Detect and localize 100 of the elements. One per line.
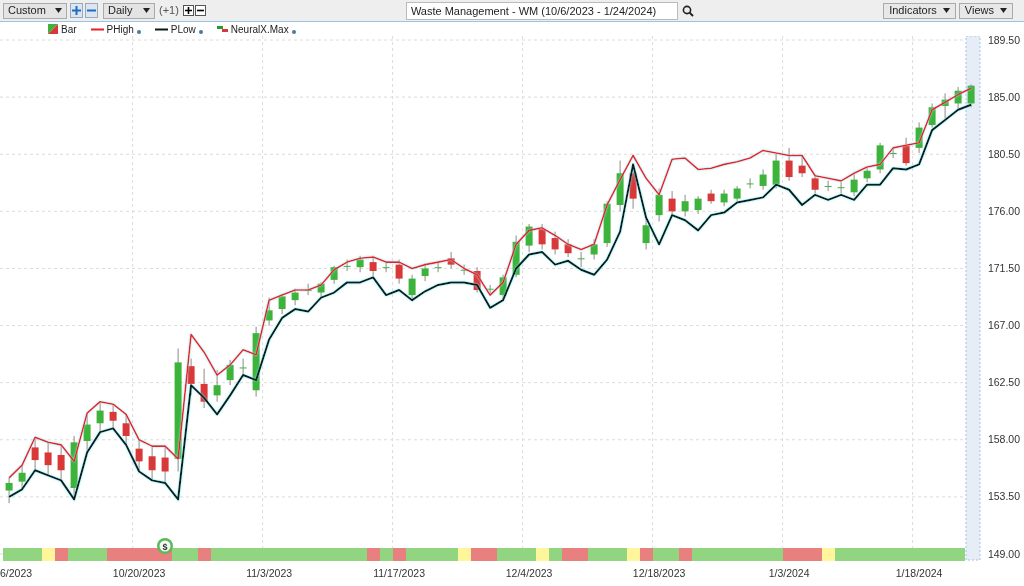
candlestick [824,180,832,192]
candlestick [83,412,91,453]
candlestick [785,147,793,182]
zoom-out-button[interactable] [85,3,98,18]
candlestick [57,444,65,481]
offset-label: (+1) [159,3,179,19]
legend-label: Bar [61,22,77,37]
candlestick [889,147,897,159]
candlestick [434,261,442,273]
caret-icon [143,8,150,13]
axis-label: 11/17/2023 [373,567,425,579]
minus-icon [196,7,204,14]
candlestick [109,403,117,429]
candlestick [564,238,572,258]
axis-label: 176.00 [987,204,1020,217]
candlestick [343,259,351,272]
axis-label: 10/20/2023 [112,567,166,579]
plus-icon [72,6,81,15]
legend-label: PLow [170,22,196,37]
candlestick [486,284,494,296]
settings-dot-icon[interactable] [136,29,141,34]
axis-label: 6/2023 [0,567,33,579]
axis-label: 185.00 [987,90,1020,103]
candlestick [837,181,845,195]
candlestick [226,359,234,386]
caret-icon [55,8,62,13]
candlestick [44,441,52,476]
settings-dot-icon[interactable] [198,29,203,34]
candlestick [525,223,533,253]
candlestick [330,265,338,285]
signal-badge[interactable]: $ [157,538,173,554]
candlestick [512,234,520,278]
menu-dropdown[interactable]: Views [958,2,1013,19]
candlestick [915,122,923,154]
candlestick [928,102,936,129]
candlestick [304,283,312,296]
candlestick [499,274,507,301]
axis-label: 171.50 [987,261,1020,274]
candlestick [616,160,624,212]
candlestick [5,477,13,504]
interval-dropdown[interactable]: Daily [103,2,155,19]
candlestick [863,167,871,183]
candlestick [668,190,676,217]
candlestick [694,195,702,215]
candlestick [850,174,858,197]
candlestick [161,445,169,484]
candlestick [759,168,767,191]
axis-label: 189.50 [987,36,1020,46]
candlestick [265,297,273,327]
plus-icon [184,7,192,14]
candlestick [603,200,611,248]
axis-label: 167.00 [987,319,1020,332]
bar-series-icon [48,24,58,34]
legend-label: PHigh [106,22,134,37]
candlestick [369,255,377,277]
axis-label: 158.00 [987,433,1020,446]
settings-dot-icon[interactable] [291,29,296,34]
candlestick [31,436,39,471]
add-offset-button[interactable] [182,5,194,16]
signal-series-icon [216,26,228,32]
candlestick [460,264,468,276]
candlestick [135,439,143,472]
caret-icon [942,8,950,13]
candlestick [642,217,650,250]
caret-icon [1000,8,1007,13]
candlestick [954,86,962,111]
zoom-in-button[interactable] [70,3,83,18]
candlestick [681,194,689,217]
candlestick [902,137,910,167]
candlestick [772,153,780,189]
candlestick [278,293,286,315]
candlestick [473,266,481,294]
candlestick [395,259,403,285]
axis-label: 1/18/2024 [895,567,943,579]
candlestick [96,401,104,433]
candlestick [408,274,416,301]
menu-dropdown[interactable]: Indicators [883,2,956,19]
candlestick [382,261,390,273]
candlestick [707,189,715,205]
candlestick [746,177,754,189]
candlestick [876,142,884,174]
candlestick [252,326,260,398]
period-dropdown[interactable]: Custom [3,2,67,19]
candlestick [421,262,429,282]
search-icon[interactable] [681,4,694,17]
axis-label: 162.50 [987,376,1020,389]
candlestick [590,238,598,261]
remove-offset-button[interactable] [194,5,206,16]
axis-label: 11/3/2023 [246,567,293,579]
candlestick [291,288,299,306]
candlestick [148,445,156,481]
symbol-field[interactable]: Waste Management - WM (10/6/2023 - 1/24/2024) [405,1,678,20]
candlestick [187,358,195,396]
axis-label: 153.50 [987,490,1020,503]
candlestick [811,174,819,195]
candlestick [122,413,130,446]
axis-label: 149.00 [987,547,1020,560]
candlestick [70,435,78,500]
candlestick [733,185,741,202]
candlestick [798,155,806,178]
